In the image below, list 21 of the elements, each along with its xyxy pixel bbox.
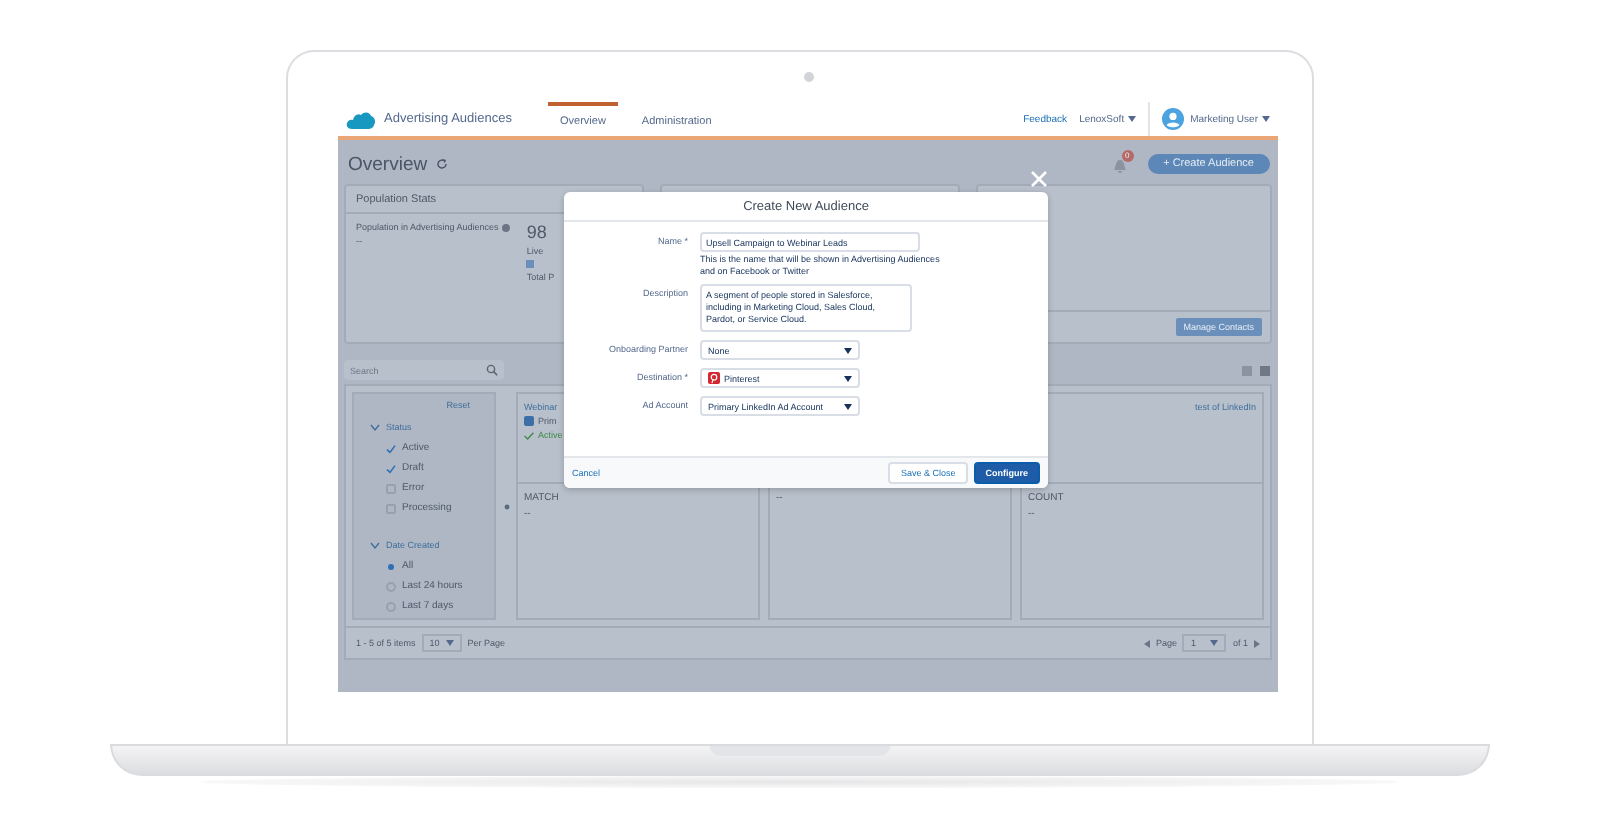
close-icon[interactable]	[1030, 170, 1048, 192]
previous-icon[interactable]	[1143, 639, 1150, 647]
checkbox-icon[interactable]	[386, 463, 396, 473]
chevron-icon[interactable]	[370, 423, 380, 431]
caret-icon	[1262, 116, 1270, 122]
search-icon	[486, 364, 498, 376]
page-title: Overview	[348, 153, 428, 175]
cloud-logo	[346, 109, 376, 129]
stat-count: 98	[526, 222, 549, 242]
chevron-icon[interactable]	[370, 541, 380, 549]
next-icon[interactable]	[1254, 639, 1260, 647]
caret-icon	[844, 403, 852, 410]
caret-icon	[1210, 640, 1219, 646]
checkbox-icon[interactable]	[386, 443, 396, 453]
camera-icon	[803, 72, 813, 82]
square-icon	[526, 260, 535, 268]
caret-icon	[1128, 116, 1137, 122]
caret-icon	[445, 640, 454, 646]
avatar-icon[interactable]	[1162, 108, 1185, 130]
radio-icon[interactable]	[386, 561, 396, 571]
refresh-icon[interactable]	[435, 158, 448, 170]
